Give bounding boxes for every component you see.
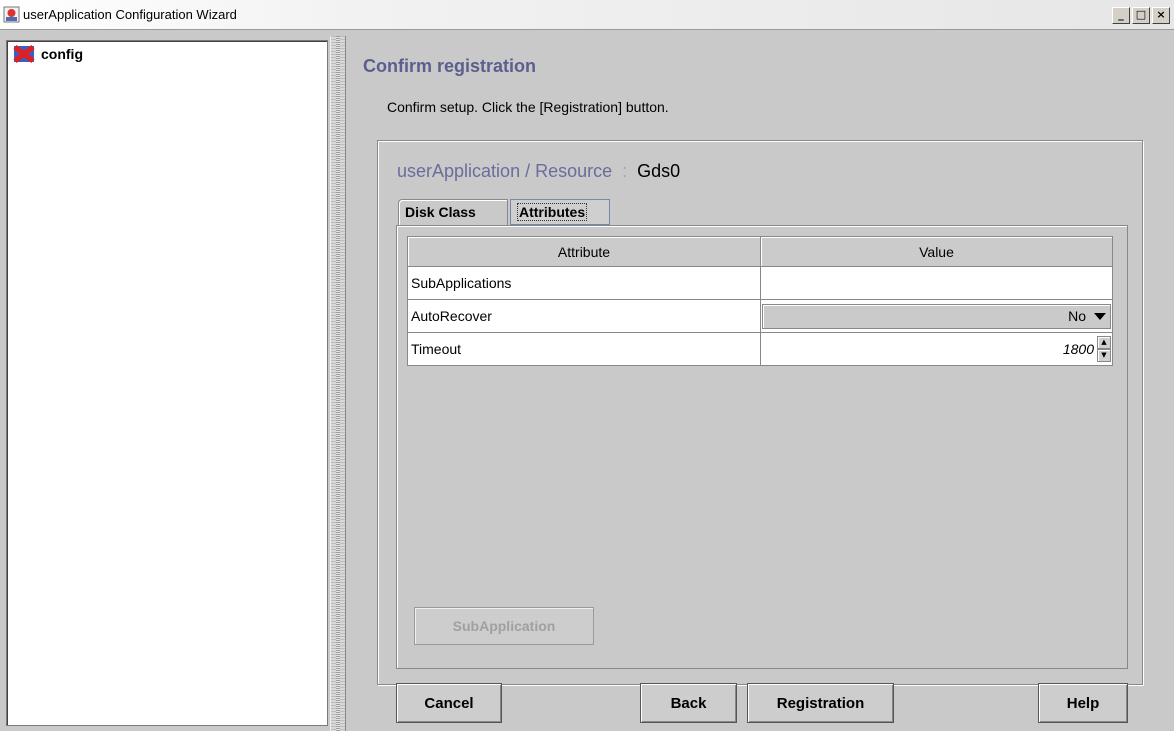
timeout-spinner[interactable]: 1800 ▲ ▼ (762, 335, 1111, 363)
value-cell-timeout: 1800 ▲ ▼ (760, 332, 1113, 366)
resource-separator: : (622, 161, 628, 181)
attributes-table: Attribute Value SubApplications AutoReco… (407, 236, 1113, 366)
resource-label: userApplication / Resource (397, 161, 613, 181)
resource-line: userApplication / Resource: Gds0 (397, 161, 680, 182)
tree-item-config[interactable]: config (13, 45, 83, 63)
tab-disk-class[interactable]: Disk Class (398, 199, 508, 225)
window-title: userApplication Configuration Wizard (23, 7, 237, 22)
maximize-button[interactable]: □ (1132, 7, 1150, 24)
table-row: Timeout 1800 ▲ ▼ (407, 332, 1113, 366)
close-button[interactable]: × (1152, 7, 1170, 24)
cancel-button[interactable]: Cancel (396, 683, 502, 723)
help-button[interactable]: Help (1038, 683, 1128, 723)
tree-item-label: config (41, 46, 83, 62)
page-title: Confirm registration (363, 56, 537, 76)
registration-button[interactable]: Registration (747, 683, 894, 723)
attribute-cell-subapplications[interactable]: SubApplications (407, 266, 761, 300)
spinner-down-icon[interactable]: ▼ (1097, 349, 1111, 362)
app-icon (3, 6, 20, 23)
dropdown-selected-value: No (1068, 308, 1086, 324)
tab-label: Attributes (517, 203, 588, 221)
panel-splitter[interactable] (330, 36, 346, 731)
splitter-grip (336, 36, 340, 731)
back-button[interactable]: Back (640, 683, 737, 723)
column-header-attribute[interactable]: Attribute (407, 236, 761, 267)
chevron-down-icon (1094, 312, 1106, 320)
table-row: AutoRecover No (407, 299, 1113, 333)
config-tree-panel[interactable]: config (6, 40, 328, 726)
attribute-cell-autorecover[interactable]: AutoRecover (407, 299, 761, 333)
minimize-button[interactable]: _ (1112, 7, 1130, 24)
window-titlebar[interactable]: userApplication Configuration Wizard _ □… (0, 0, 1174, 30)
value-cell-autorecover: No (760, 299, 1113, 333)
column-header-value[interactable]: Value (760, 236, 1113, 267)
autorecover-dropdown[interactable]: No (762, 303, 1111, 329)
tab-label: Disk Class (405, 204, 476, 220)
spinner-buttons: ▲ ▼ (1097, 336, 1111, 362)
table-row: SubApplications (407, 266, 1113, 300)
instruction-text: Confirm setup. Click the [Registration] … (387, 99, 669, 115)
spinner-up-icon[interactable]: ▲ (1097, 336, 1111, 349)
resource-value: Gds0 (637, 161, 681, 181)
window-controls: _ □ × (1112, 7, 1170, 24)
tab-attributes[interactable]: Attributes (510, 199, 610, 225)
attribute-cell-timeout[interactable]: Timeout (407, 332, 761, 366)
subapplication-button[interactable]: SubApplication (414, 607, 594, 645)
spinner-value[interactable]: 1800 (1063, 341, 1097, 357)
table-header-row: Attribute Value (407, 236, 1113, 267)
config-icon (13, 45, 35, 63)
value-cell-subapplications[interactable] (760, 266, 1113, 300)
